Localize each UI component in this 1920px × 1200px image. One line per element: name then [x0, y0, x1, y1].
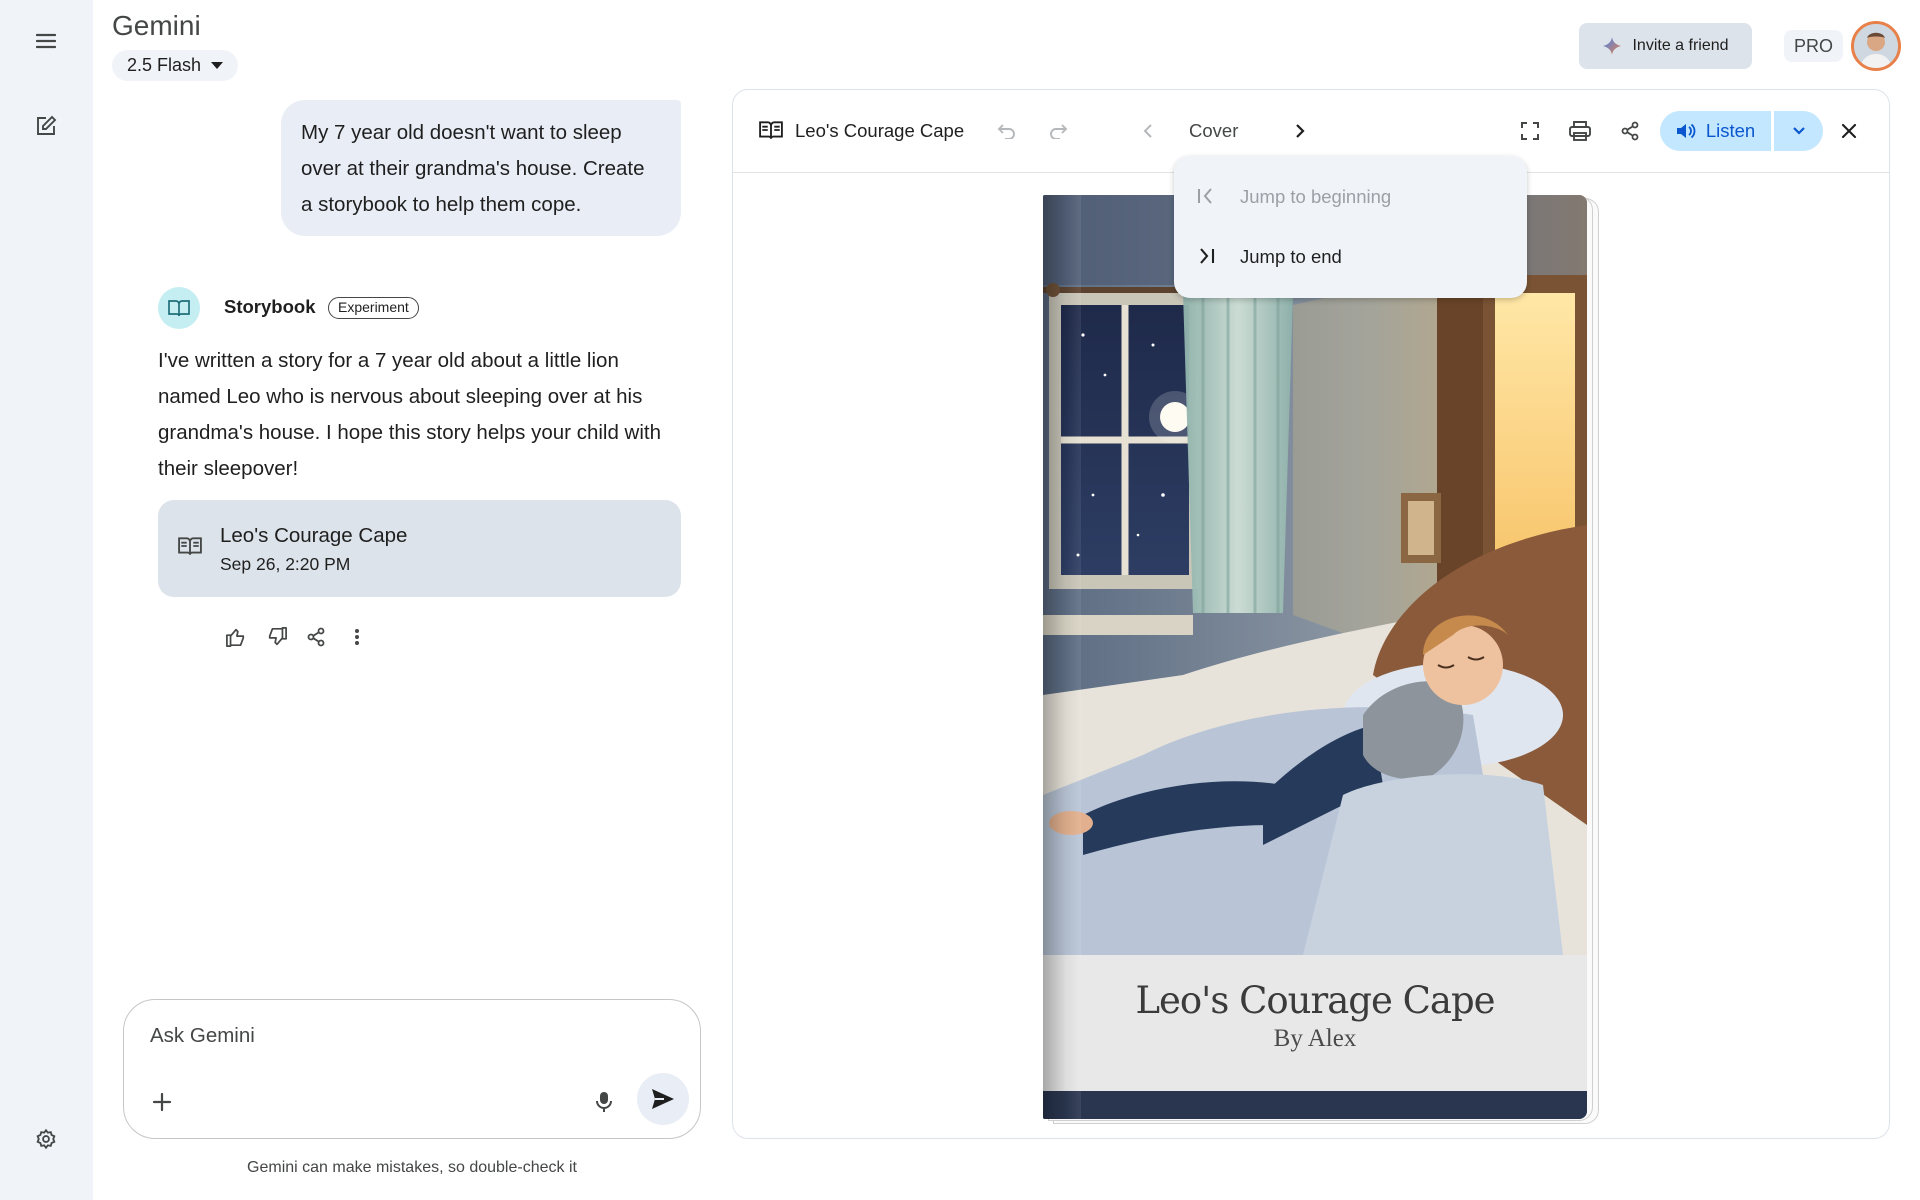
menu-item-jump-to-beginning[interactable]: Jump to beginning: [1174, 168, 1527, 226]
model-selector[interactable]: 2.5 Flash: [112, 50, 239, 81]
card-date: Sep 26, 2:20 PM: [220, 554, 351, 574]
cover-illustration: [1043, 195, 1587, 955]
first-page-icon: [1198, 188, 1212, 204]
mic-icon[interactable]: [586, 1084, 622, 1120]
chevron-left-icon[interactable]: [1128, 111, 1168, 151]
agent-name: Storybook: [224, 296, 316, 317]
storybook-card[interactable]: Leo's Courage Cape Sep 26, 2:20 PM: [158, 500, 681, 597]
chevron-right-icon[interactable]: [1280, 111, 1320, 151]
book-author: By Alex: [1273, 1025, 1357, 1052]
card-title: Leo's Courage Cape: [220, 524, 408, 547]
send-button[interactable]: [637, 1073, 689, 1125]
more-vert-icon[interactable]: [341, 623, 373, 651]
side-rail: [0, 0, 93, 1200]
undo-icon[interactable]: [987, 111, 1027, 151]
menu-item-label: Jump to end: [1240, 246, 1342, 267]
fullscreen-icon[interactable]: [1510, 111, 1550, 151]
settings-icon[interactable]: [25, 1118, 67, 1160]
caret-down-icon: [211, 62, 224, 69]
book-title: Leo's Courage Cape: [1135, 979, 1495, 1022]
book-icon: [759, 121, 783, 139]
book-cover: Leo's Courage Cape By Alex: [1043, 195, 1587, 1119]
thumb-up-icon[interactable]: [220, 623, 252, 651]
volume-icon: [1676, 123, 1696, 139]
close-icon[interactable]: [1829, 111, 1869, 151]
canvas-title: Leo's Courage Cape: [795, 120, 965, 141]
app-title: Gemini: [112, 10, 201, 41]
last-page-icon: [1200, 248, 1215, 264]
experiment-badge: Experiment: [328, 297, 419, 319]
model-label: 2.5 Flash: [127, 55, 202, 75]
new-chat-icon[interactable]: [25, 105, 67, 147]
storybook-avatar: [158, 287, 200, 329]
share-icon[interactable]: [1610, 111, 1650, 151]
pro-badge: PRO: [1784, 30, 1844, 62]
invite-friend-button[interactable]: Invite a friend: [1579, 23, 1752, 69]
sparkle-icon: [1603, 37, 1622, 55]
avatar[interactable]: [1851, 21, 1901, 71]
menu-item-jump-to-end[interactable]: Jump to end: [1174, 228, 1527, 286]
menu-icon[interactable]: [25, 20, 67, 62]
print-icon[interactable]: [1560, 111, 1600, 151]
user-message: My 7 year old doesn't want to sleep over…: [281, 100, 681, 236]
spine-shade: [1043, 195, 1081, 1119]
response-text: I've written a story for a 7 year old ab…: [158, 349, 662, 480]
invite-label: Invite a friend: [1632, 37, 1729, 54]
thumb-down-icon[interactable]: [261, 623, 293, 651]
cover-band: [1043, 955, 1587, 1091]
composer: [123, 999, 701, 1139]
listen-label: Listen: [1705, 120, 1756, 141]
plus-icon[interactable]: [144, 1084, 180, 1120]
prompt-input[interactable]: [150, 1024, 630, 1048]
book-icon: [178, 537, 202, 555]
redo-icon[interactable]: [1038, 111, 1078, 151]
page-label: Cover: [1189, 120, 1239, 141]
cover-bottom-strip: [1043, 1091, 1587, 1119]
send-icon: [652, 1089, 674, 1109]
chevron-down-icon: [1792, 127, 1805, 135]
book-icon: [168, 300, 190, 317]
listen-button[interactable]: Listen: [1660, 111, 1771, 151]
share-icon[interactable]: [300, 623, 332, 651]
page-jump-menu: Jump to beginning Jump to end: [1174, 156, 1527, 298]
book[interactable]: Leo's Courage Cape By Alex: [1043, 195, 1599, 1125]
disclaimer: Gemini can make mistakes, so double-chec…: [247, 1159, 577, 1176]
listen-options-button[interactable]: [1774, 111, 1823, 151]
menu-item-label: Jump to beginning: [1240, 186, 1392, 207]
